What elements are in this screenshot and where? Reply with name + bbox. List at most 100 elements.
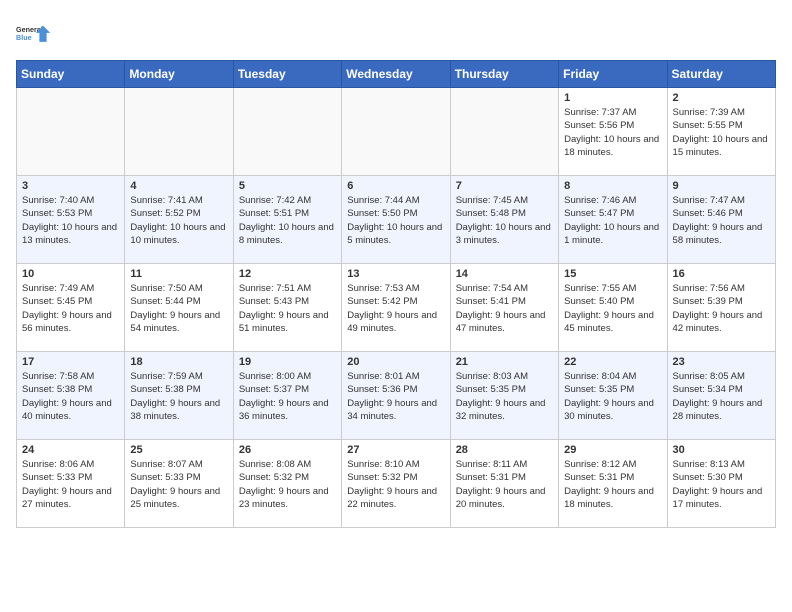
calendar-day-cell: 14 Sunrise: 7:54 AM Sunset: 5:41 PM Dayli…: [450, 264, 558, 352]
calendar-day-cell: 22 Sunrise: 8:04 AM Sunset: 5:35 PM Dayli…: [559, 352, 667, 440]
calendar-day-cell: 1 Sunrise: 7:37 AM Sunset: 5:56 PM Daylig…: [559, 88, 667, 176]
day-number: 17: [22, 356, 119, 368]
day-detail: Sunrise: 8:10 AM Sunset: 5:32 PM Dayligh…: [347, 458, 444, 511]
weekday-header-cell: Tuesday: [233, 61, 341, 88]
calendar-day-cell: 24Sunrise: 8:06 AM Sunset: 5:33 PM Dayli…: [17, 440, 125, 528]
day-detail: Sunrise: 7:49 AM Sunset: 5:45 PM Dayligh…: [22, 282, 119, 335]
day-detail: Sunrise: 8:03 AM Sunset: 5:35 PM Dayligh…: [456, 370, 553, 423]
day-number: 1: [564, 92, 661, 104]
calendar-day-cell: 15 Sunrise: 7:55 AM Sunset: 5:40 PM Dayli…: [559, 264, 667, 352]
day-number: 3: [22, 180, 119, 192]
weekday-header-cell: Thursday: [450, 61, 558, 88]
day-detail: Sunrise: 8:07 AM Sunset: 5:33 PM Dayligh…: [130, 458, 227, 511]
day-detail: Sunrise: 7:56 AM Sunset: 5:39 PM Dayligh…: [673, 282, 770, 335]
day-number: 4: [130, 180, 227, 192]
calendar-day-cell: [125, 88, 233, 176]
day-number: 16: [673, 268, 770, 280]
calendar-day-cell: 12 Sunrise: 7:51 AM Sunset: 5:43 PM Dayli…: [233, 264, 341, 352]
day-number: 10: [22, 268, 119, 280]
calendar-day-cell: 10 Sunrise: 7:49 AM Sunset: 5:45 PM Dayli…: [17, 264, 125, 352]
calendar-day-cell: 11 Sunrise: 7:50 AM Sunset: 5:44 PM Dayli…: [125, 264, 233, 352]
calendar-day-cell: 25 Sunrise: 8:07 AM Sunset: 5:33 PM Dayli…: [125, 440, 233, 528]
weekday-header-cell: Saturday: [667, 61, 775, 88]
calendar-day-cell: [233, 88, 341, 176]
calendar-day-cell: 23 Sunrise: 8:05 AM Sunset: 5:34 PM Dayli…: [667, 352, 775, 440]
day-detail: Sunrise: 7:59 AM Sunset: 5:38 PM Dayligh…: [130, 370, 227, 423]
calendar-table: SundayMondayTuesdayWednesdayThursdayFrid…: [16, 60, 776, 528]
day-detail: Sunrise: 7:45 AM Sunset: 5:48 PM Dayligh…: [456, 194, 553, 247]
day-number: 21: [456, 356, 553, 368]
weekday-header-cell: Monday: [125, 61, 233, 88]
day-detail: Sunrise: 8:13 AM Sunset: 5:30 PM Dayligh…: [673, 458, 770, 511]
calendar-day-cell: 16 Sunrise: 7:56 AM Sunset: 5:39 PM Dayli…: [667, 264, 775, 352]
day-detail: Sunrise: 8:11 AM Sunset: 5:31 PM Dayligh…: [456, 458, 553, 511]
day-detail: Sunrise: 8:08 AM Sunset: 5:32 PM Dayligh…: [239, 458, 336, 511]
calendar-day-cell: 13 Sunrise: 7:53 AM Sunset: 5:42 PM Dayli…: [342, 264, 450, 352]
day-detail: Sunrise: 7:54 AM Sunset: 5:41 PM Dayligh…: [456, 282, 553, 335]
day-number: 13: [347, 268, 444, 280]
calendar-day-cell: 20 Sunrise: 8:01 AM Sunset: 5:36 PM Dayli…: [342, 352, 450, 440]
day-detail: Sunrise: 8:01 AM Sunset: 5:36 PM Dayligh…: [347, 370, 444, 423]
calendar-day-cell: [450, 88, 558, 176]
day-number: 30: [673, 444, 770, 456]
day-number: 23: [673, 356, 770, 368]
svg-text:Blue: Blue: [16, 33, 32, 42]
calendar-day-cell: 30 Sunrise: 8:13 AM Sunset: 5:30 PM Dayli…: [667, 440, 775, 528]
day-detail: Sunrise: 7:47 AM Sunset: 5:46 PM Dayligh…: [673, 194, 770, 247]
weekday-header-cell: Sunday: [17, 61, 125, 88]
page-header: GeneralBlue: [16, 16, 776, 52]
day-detail: Sunrise: 8:00 AM Sunset: 5:37 PM Dayligh…: [239, 370, 336, 423]
day-detail: Sunrise: 8:04 AM Sunset: 5:35 PM Dayligh…: [564, 370, 661, 423]
day-number: 7: [456, 180, 553, 192]
day-number: 15: [564, 268, 661, 280]
day-number: 5: [239, 180, 336, 192]
day-number: 12: [239, 268, 336, 280]
calendar-week-row: 17Sunrise: 7:58 AM Sunset: 5:38 PM Dayli…: [17, 352, 776, 440]
day-number: 27: [347, 444, 444, 456]
day-detail: Sunrise: 8:05 AM Sunset: 5:34 PM Dayligh…: [673, 370, 770, 423]
calendar-body: 1 Sunrise: 7:37 AM Sunset: 5:56 PM Daylig…: [17, 88, 776, 528]
calendar-day-cell: 5Sunrise: 7:42 AM Sunset: 5:51 PM Daylig…: [233, 176, 341, 264]
day-detail: Sunrise: 7:37 AM Sunset: 5:56 PM Dayligh…: [564, 106, 661, 159]
day-detail: Sunrise: 7:51 AM Sunset: 5:43 PM Dayligh…: [239, 282, 336, 335]
calendar-day-cell: [342, 88, 450, 176]
day-number: 29: [564, 444, 661, 456]
weekday-header-cell: Wednesday: [342, 61, 450, 88]
calendar-week-row: 1 Sunrise: 7:37 AM Sunset: 5:56 PM Daylig…: [17, 88, 776, 176]
calendar-day-cell: 8Sunrise: 7:46 AM Sunset: 5:47 PM Daylig…: [559, 176, 667, 264]
calendar-day-cell: 9 Sunrise: 7:47 AM Sunset: 5:46 PM Daylig…: [667, 176, 775, 264]
calendar-day-cell: 26Sunrise: 8:08 AM Sunset: 5:32 PM Dayli…: [233, 440, 341, 528]
day-number: 9: [673, 180, 770, 192]
calendar-week-row: 10 Sunrise: 7:49 AM Sunset: 5:45 PM Dayli…: [17, 264, 776, 352]
logo-icon: GeneralBlue: [16, 16, 52, 52]
calendar-day-cell: 29 Sunrise: 8:12 AM Sunset: 5:31 PM Dayli…: [559, 440, 667, 528]
day-detail: Sunrise: 8:12 AM Sunset: 5:31 PM Dayligh…: [564, 458, 661, 511]
calendar-day-cell: 4Sunrise: 7:41 AM Sunset: 5:52 PM Daylig…: [125, 176, 233, 264]
calendar-day-cell: 7 Sunrise: 7:45 AM Sunset: 5:48 PM Daylig…: [450, 176, 558, 264]
calendar-day-cell: 27 Sunrise: 8:10 AM Sunset: 5:32 PM Dayli…: [342, 440, 450, 528]
day-detail: Sunrise: 7:53 AM Sunset: 5:42 PM Dayligh…: [347, 282, 444, 335]
day-number: 19: [239, 356, 336, 368]
day-number: 22: [564, 356, 661, 368]
logo: GeneralBlue: [16, 16, 52, 52]
day-number: 24: [22, 444, 119, 456]
day-number: 25: [130, 444, 227, 456]
calendar-day-cell: 2Sunrise: 7:39 AM Sunset: 5:55 PM Daylig…: [667, 88, 775, 176]
calendar-day-cell: 3Sunrise: 7:40 AM Sunset: 5:53 PM Daylig…: [17, 176, 125, 264]
calendar-day-cell: 28 Sunrise: 8:11 AM Sunset: 5:31 PM Dayli…: [450, 440, 558, 528]
day-number: 28: [456, 444, 553, 456]
day-detail: Sunrise: 7:39 AM Sunset: 5:55 PM Dayligh…: [673, 106, 770, 159]
weekday-header-cell: Friday: [559, 61, 667, 88]
day-number: 8: [564, 180, 661, 192]
day-number: 11: [130, 268, 227, 280]
day-number: 20: [347, 356, 444, 368]
day-number: 6: [347, 180, 444, 192]
day-number: 14: [456, 268, 553, 280]
day-detail: Sunrise: 7:50 AM Sunset: 5:44 PM Dayligh…: [130, 282, 227, 335]
day-number: 18: [130, 356, 227, 368]
calendar-day-cell: 19 Sunrise: 8:00 AM Sunset: 5:37 PM Dayli…: [233, 352, 341, 440]
calendar-day-cell: 6Sunrise: 7:44 AM Sunset: 5:50 PM Daylig…: [342, 176, 450, 264]
calendar-week-row: 3Sunrise: 7:40 AM Sunset: 5:53 PM Daylig…: [17, 176, 776, 264]
day-detail: Sunrise: 7:55 AM Sunset: 5:40 PM Dayligh…: [564, 282, 661, 335]
weekday-header-row: SundayMondayTuesdayWednesdayThursdayFrid…: [17, 61, 776, 88]
